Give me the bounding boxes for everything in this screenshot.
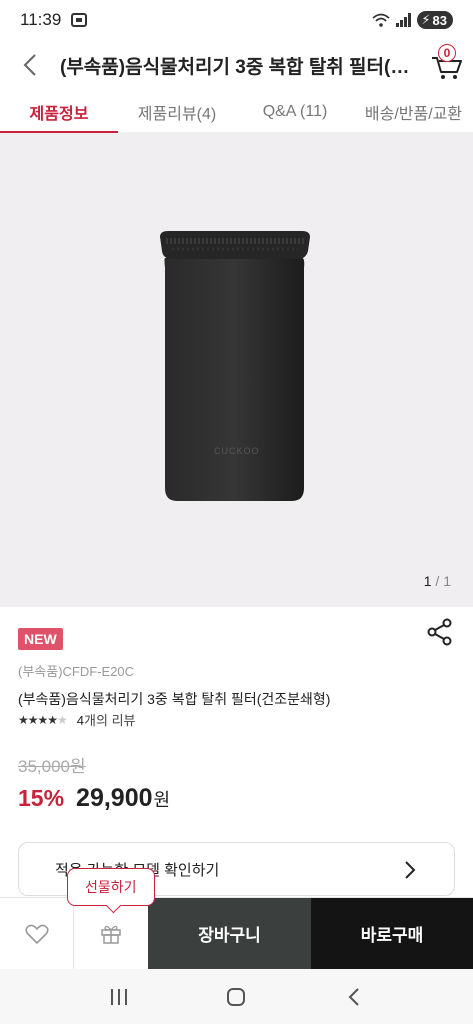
status-bar: 11:39 ⚡ 83: [0, 0, 473, 40]
recents-icon: [110, 988, 127, 1005]
tab-shipping[interactable]: 배송/반품/교환: [354, 90, 473, 133]
gift-icon: [101, 925, 121, 944]
discount-rate: 15%: [18, 785, 65, 811]
heart-icon: [24, 924, 49, 944]
page-title: (부속품)음식물처리기 3중 복합 탈취 필터(건조분쇄형): [60, 56, 421, 78]
product-name: (부속품)음식물처리기 3중 복합 탈취 필터(건조분쇄형): [18, 691, 331, 707]
image-counter: 1 / 1: [424, 573, 451, 589]
rating[interactable]: ★★★★★ 4개의 리뷰: [18, 710, 135, 729]
recents-button[interactable]: [99, 977, 139, 1017]
image-total: 1: [443, 573, 451, 589]
nav-back-icon: [348, 987, 359, 1006]
star-rating: ★★★★★: [18, 712, 68, 727]
wifi-icon: [372, 13, 390, 27]
status-time: 11:39: [20, 10, 62, 29]
home-button[interactable]: [216, 977, 256, 1017]
signal-icon: [396, 13, 412, 27]
model-number: (부속품)CFDF-E20C: [18, 664, 135, 679]
currency-unit: 원: [153, 790, 171, 810]
sale-price: 29,900: [76, 784, 153, 812]
app-header: (부속품)음식물처리기 3중 복합 탈취 필터(건조분쇄형) 0: [0, 40, 473, 90]
back-arrow-icon: [23, 54, 36, 76]
image-separator: /: [435, 573, 440, 589]
new-badge: NEW: [18, 628, 63, 650]
tab-qna[interactable]: Q&A (11): [236, 90, 354, 133]
product-tabs: 제품정보 제품리뷰(4) Q&A (11) 배송/반품/교환: [0, 90, 473, 134]
review-count-suffix: 개의 리뷰: [84, 713, 136, 728]
cart-button[interactable]: 0: [421, 40, 473, 90]
nav-back-button[interactable]: [334, 977, 374, 1017]
review-count: 4개의 리뷰: [77, 710, 136, 729]
charging-icon: ⚡: [421, 12, 431, 27]
price-row: 15% 29,900 원: [18, 784, 170, 813]
chevron-right-icon: [405, 861, 416, 879]
gift-tooltip: 선물하기: [67, 868, 155, 906]
cart-count-badge: 0: [438, 44, 456, 62]
purchase-bar: 장바구니 바로구매: [0, 897, 473, 969]
image-current: 1: [423, 573, 432, 589]
system-nav-bar: [0, 969, 473, 1024]
back-button[interactable]: [0, 40, 60, 90]
original-price: 35,000원: [18, 757, 86, 776]
screen-record-icon: [71, 13, 88, 27]
buy-now-button[interactable]: 바로구매: [311, 898, 473, 969]
battery-indicator: ⚡ 83: [417, 11, 453, 29]
product-gallery[interactable]: CUCKOO 1 / 1: [0, 133, 473, 607]
tab-reviews[interactable]: 제품리뷰(4): [118, 90, 236, 133]
tab-product-info[interactable]: 제품정보: [0, 90, 118, 134]
product-logo: CUCKOO: [214, 446, 260, 456]
review-count-number: 4: [76, 713, 85, 728]
status-icons: ⚡ 83: [372, 11, 453, 29]
wishlist-button[interactable]: [0, 898, 74, 969]
battery-level: 83: [432, 12, 447, 28]
add-to-cart-button[interactable]: 장바구니: [148, 898, 311, 969]
share-icon: [427, 618, 452, 646]
product-image: CUCKOO: [160, 231, 310, 501]
share-button[interactable]: [426, 618, 454, 646]
home-icon: [227, 987, 246, 1006]
